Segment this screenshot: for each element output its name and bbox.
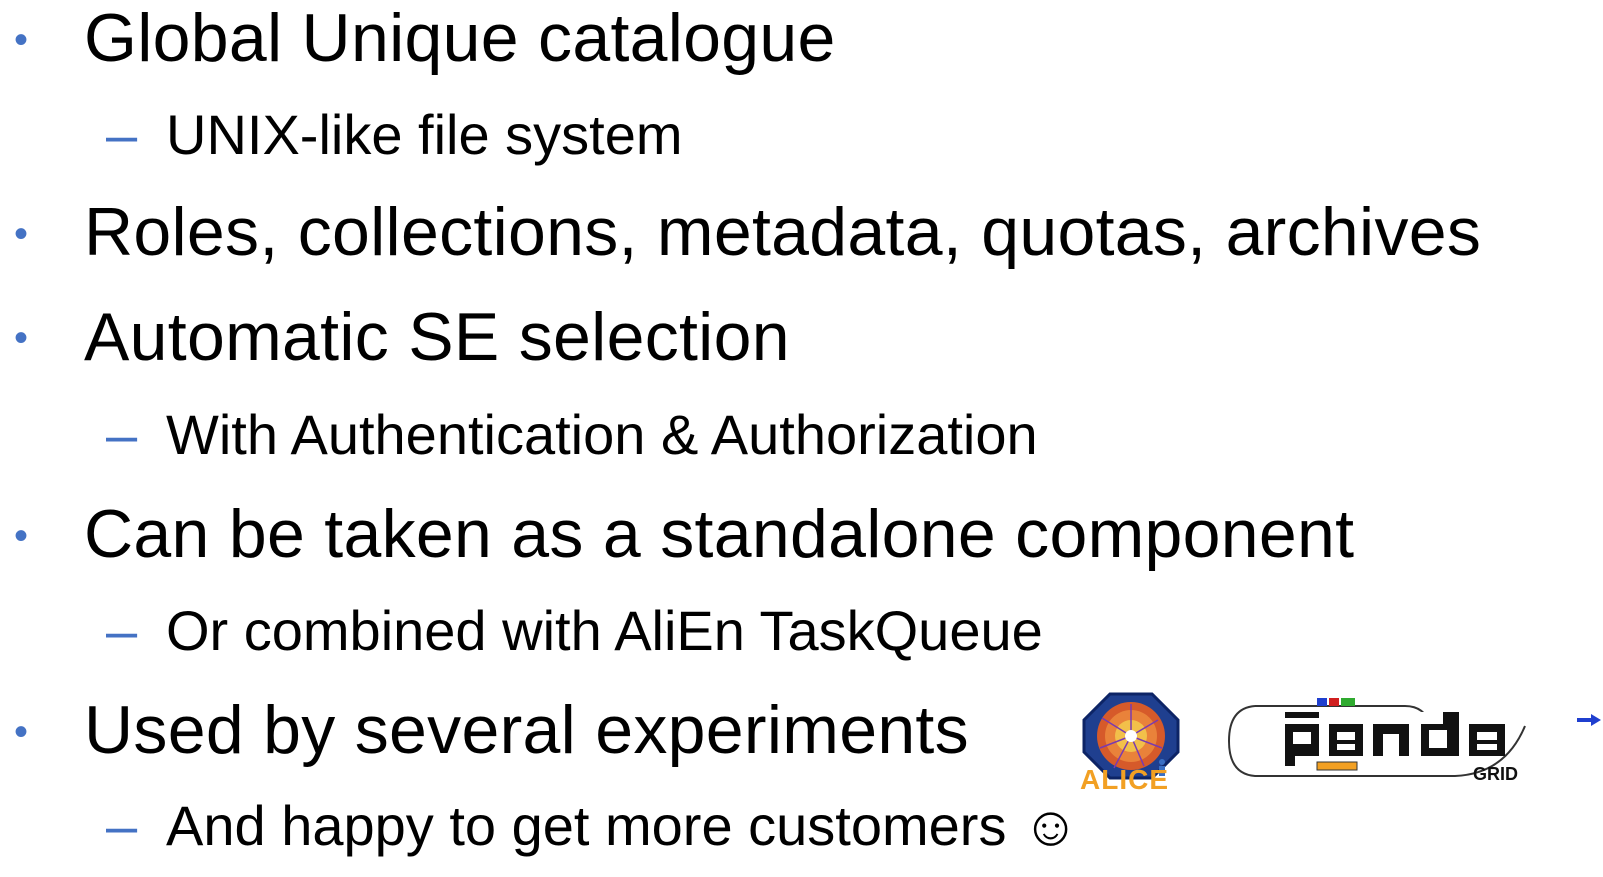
- bullet-text: Global Unique catalogue: [84, 0, 836, 76]
- bullet-marker: •: [14, 316, 29, 360]
- bullet-text: Automatic SE selection: [84, 299, 790, 375]
- panda-grid-label: GRID: [1473, 764, 1518, 784]
- sub-dash: –: [106, 599, 138, 662]
- bullet-marker: •: [14, 514, 29, 558]
- bullet-text: Can be taken as a standalone component: [84, 496, 1355, 572]
- alice-logo-text: ALICE: [1080, 764, 1169, 795]
- bullet-marker: •: [14, 18, 29, 62]
- sub-dash: –: [106, 794, 138, 857]
- sub-text: With Authentication & Authorization: [166, 403, 1038, 466]
- sub-dash: –: [106, 403, 138, 466]
- bullet-text: Roles, collections, metadata, quotas, ar…: [84, 194, 1482, 270]
- panda-grid-logo-icon: GRID: [1227, 698, 1601, 784]
- bullet-marker: •: [14, 212, 29, 256]
- bullet-text: Used by several experiments: [84, 692, 969, 768]
- sub-text: UNIX-like file system: [166, 103, 683, 166]
- sub-dash: –: [106, 103, 138, 166]
- sub-text: Or combined with AliEn TaskQueue: [166, 599, 1043, 662]
- sub-text: And happy to get more customers ☺: [166, 794, 1080, 857]
- bullet-marker: •: [14, 710, 29, 754]
